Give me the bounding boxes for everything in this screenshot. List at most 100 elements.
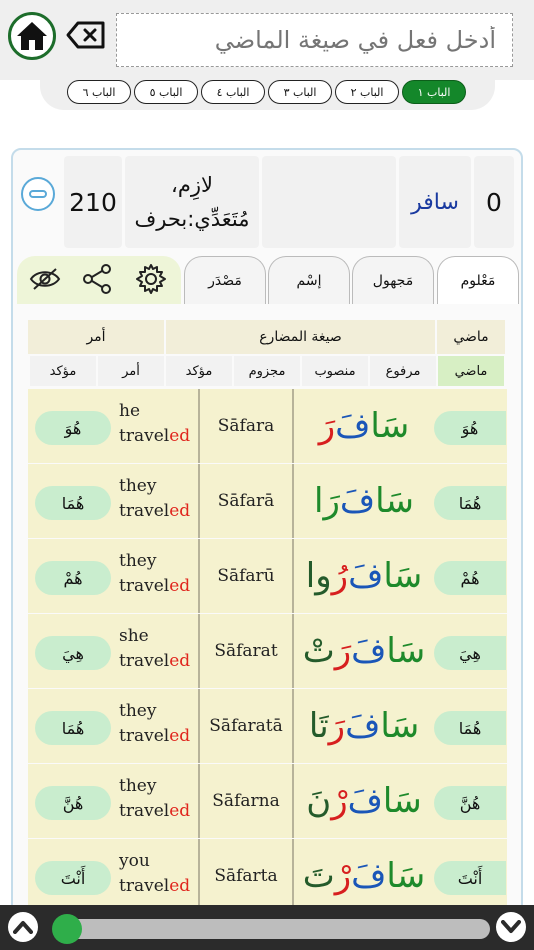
collapse-button[interactable] (21, 177, 55, 211)
settings-button[interactable] (134, 262, 168, 296)
english-stem: travel (119, 501, 170, 521)
subheader-majzoom[interactable]: مجزوم (234, 356, 300, 386)
subheader-marfoo[interactable]: مرفوع (370, 356, 436, 386)
chevron-up-icon (13, 921, 33, 934)
subheader-amr[interactable]: أمر (98, 356, 164, 386)
english-suffix: ed (169, 876, 191, 896)
transliteration: Sāfaratā (209, 716, 283, 736)
pronoun-left: هُمَا (35, 711, 111, 745)
scroll-slider-handle[interactable] (52, 914, 82, 944)
english-translation: you traveled (119, 849, 190, 899)
header-past: ماضي (437, 320, 505, 354)
arabic-conjugation: سَا فَ رَ تَا (308, 706, 420, 746)
scroll-down-button[interactable] (496, 912, 526, 942)
bab-tab-6[interactable]: الباب ٦ (67, 80, 131, 104)
english-translation: he traveled (119, 399, 190, 449)
bab-tab-3[interactable]: الباب ٣ (268, 80, 332, 104)
english-stem: travel (119, 801, 170, 821)
clear-input-button[interactable] (66, 18, 106, 52)
table-row[interactable]: هُمْ they traveled Sāfarū سَا فَ رُ وا هُمْ (28, 539, 507, 613)
english-subject: they (119, 551, 157, 571)
english-suffix: ed (169, 726, 191, 746)
transliteration: Sāfara (217, 416, 275, 436)
chevron-down-icon (501, 920, 521, 933)
eye-off-icon (29, 268, 61, 290)
home-button[interactable] (8, 12, 56, 60)
minus-icon (29, 190, 47, 198)
share-icon (83, 264, 111, 294)
english-subject: she (119, 626, 149, 646)
english-suffix: ed (169, 651, 191, 671)
english-stem: travel (119, 876, 170, 896)
subheader-muakkad[interactable]: مؤكد (166, 356, 232, 386)
english-translation: they traveled (119, 549, 190, 599)
column-divider (292, 389, 294, 463)
english-suffix: ed (169, 426, 191, 446)
verb-type-line2: مُتَعَدِّي:بحرف (134, 207, 250, 231)
verb-type-line1: لازِم، (171, 173, 213, 197)
tab-majhool[interactable]: مَجهول (352, 256, 434, 304)
english-translation: they traveled (119, 474, 190, 524)
verb-past-form: سافر (399, 156, 471, 248)
table-row[interactable]: أَنْتَ you traveled Sāfarta سَا فَ رْ تَ أَن… (28, 839, 507, 913)
english-stem: travel (119, 576, 170, 596)
bab-tab-5[interactable]: الباب ٥ (134, 80, 198, 104)
english-suffix: ed (169, 501, 191, 521)
pronoun-left: هُمَا (35, 486, 111, 520)
table-row[interactable]: هُمَا they traveled Sāfaratā سَا فَ رَ تَا ه… (28, 689, 507, 763)
pronoun-left: أَنْتَ (35, 861, 111, 895)
english-translation: they traveled (119, 699, 190, 749)
transliteration: Sāfarū (217, 566, 275, 586)
verb-number: 210 (64, 156, 122, 248)
pronoun-right: هُمْ (434, 561, 506, 595)
share-button[interactable] (81, 262, 115, 296)
tab-ism[interactable]: إسْم (268, 256, 350, 304)
bab-tab-2[interactable]: الباب ٢ (335, 80, 399, 104)
english-subject: they (119, 701, 157, 721)
pronoun-left: هُوَ (35, 411, 111, 445)
header-imperative: أمر (28, 320, 164, 354)
tab-maloom[interactable]: مَعْلوم (437, 256, 519, 304)
transliteration: Sāfarna (212, 791, 280, 811)
pronoun-left: هِيَ (35, 636, 111, 670)
table-row[interactable]: هِيَ she traveled Sāfarat سَا فَ رَ تْ هِيَ (28, 614, 507, 688)
tab-masdar[interactable]: مَصْدَر (184, 256, 266, 304)
pronoun-right: هُمَا (434, 711, 506, 745)
arabic-conjugation: سَا فَ رْ تَ (302, 856, 426, 896)
table-row[interactable]: هُوَ he traveled Sāfara سَا فَ رَ هُوَ (28, 389, 507, 463)
english-subject: they (119, 776, 157, 796)
column-divider (292, 614, 294, 688)
header-present: صيغة المضارع (166, 320, 435, 354)
table-row[interactable]: هُنَّ they traveled Sāfarna سَا فَ رْ نَ هُن… (28, 764, 507, 838)
home-icon (17, 22, 47, 50)
pronoun-right: هُنَّ (434, 786, 506, 820)
bab-tab-1[interactable]: الباب ١ (402, 80, 466, 104)
arabic-conjugation: سَا فَ رْ نَ (306, 781, 422, 821)
pronoun-right: هُوَ (434, 411, 506, 445)
subheader-past[interactable]: ماضي (438, 356, 504, 386)
column-divider (292, 539, 294, 613)
verb-input[interactable] (116, 13, 513, 67)
arabic-conjugation: سَا فَ رَا (314, 481, 414, 521)
column-divider (292, 839, 294, 913)
column-divider (292, 464, 294, 538)
subheader-amr-muakkad[interactable]: مؤكد (30, 356, 96, 386)
toggle-visibility-button[interactable] (28, 262, 62, 296)
arabic-conjugation: سَا فَ رَ تْ (302, 631, 426, 671)
pronoun-left: هُمْ (35, 561, 111, 595)
gear-icon (136, 264, 166, 294)
scroll-slider-track[interactable] (54, 919, 490, 939)
english-stem: travel (119, 426, 170, 446)
verb-type: لازِم، مُتَعَدِّي:بحرف (125, 156, 259, 248)
scroll-up-button[interactable] (8, 912, 38, 942)
bab-tab-4[interactable]: الباب ٤ (201, 80, 265, 104)
transliteration: Sāfarā (217, 491, 275, 511)
table-row[interactable]: هُمَا they traveled Sāfarā سَا فَ رَا هُمَا (28, 464, 507, 538)
verb-index: 0 (474, 156, 514, 248)
english-suffix: ed (169, 576, 191, 596)
pronoun-left: هُنَّ (35, 786, 111, 820)
english-translation: she traveled (119, 624, 190, 674)
english-subject: he (119, 401, 141, 421)
subheader-mansoob[interactable]: منصوب (302, 356, 368, 386)
pronoun-right: هُمَا (434, 486, 506, 520)
